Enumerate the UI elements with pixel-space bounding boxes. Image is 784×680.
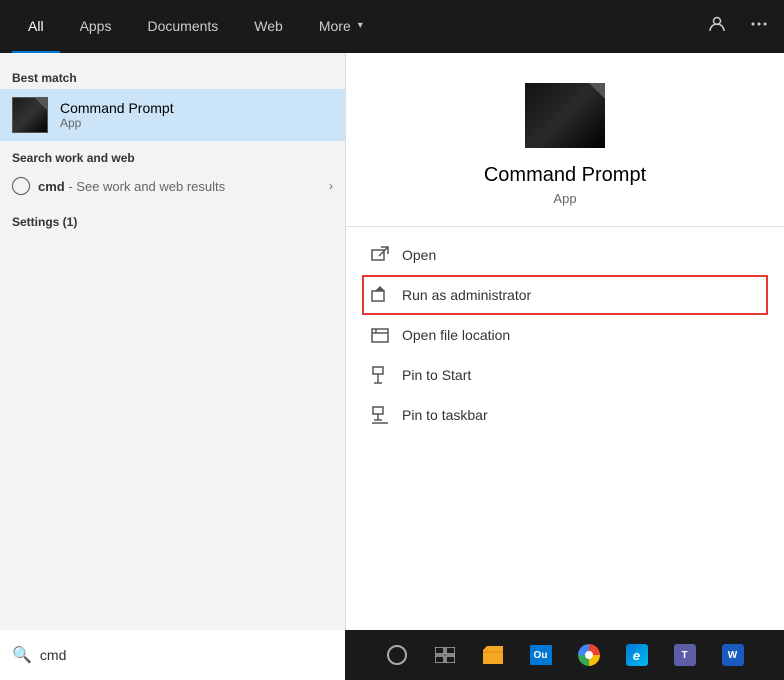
search-work-item[interactable]: cmd - See work and web results › [12,171,333,201]
main-area: Best match Command Prompt App Search wor… [0,53,784,630]
word-icon: W [722,644,744,666]
action-open-label: Open [402,247,436,263]
open-icon [370,245,390,265]
pin-start-icon [370,365,390,385]
left-panel: Best match Command Prompt App Search wor… [0,53,345,630]
action-open-file-label: Open file location [402,327,510,343]
file-explorer-button[interactable] [471,633,515,677]
divider [346,226,784,227]
app-title: Command Prompt [484,164,646,187]
action-run-admin-label: Run as administrator [402,287,531,303]
taskbar-items: Ou e T W [345,630,784,680]
teams-button[interactable]: T [663,633,707,677]
best-match-label: Best match [0,65,345,89]
word-button[interactable]: W [711,633,755,677]
action-pin-taskbar-label: Pin to taskbar [402,407,488,423]
edge-button[interactable]: e [615,633,659,677]
chrome-icon [578,644,600,666]
nav-tab-documents[interactable]: Documents [131,0,234,53]
taskbar: 🔍 cmd Ou e [0,630,784,680]
result-name: Command Prompt [60,100,333,116]
task-view-icon [435,647,455,663]
ellipsis-icon[interactable] [746,11,772,42]
search-work-text: cmd - See work and web results [38,179,321,194]
chrome-button[interactable] [567,633,611,677]
command-prompt-result[interactable]: Command Prompt App [0,89,345,141]
start-button[interactable] [375,633,419,677]
nav-tab-all[interactable]: All [12,0,60,53]
app-icon-large [525,83,605,148]
nav-tab-web[interactable]: Web [238,0,299,53]
outlook-button[interactable]: Ou [519,633,563,677]
taskbar-search-box[interactable]: 🔍 cmd [0,630,345,680]
nav-tab-more[interactable]: More ▾ [303,0,379,53]
search-desc: - See work and web results [65,179,225,194]
settings-section: Settings (1) [0,205,345,233]
settings-label: Settings (1) [12,215,333,229]
chevron-right-icon: › [329,179,333,193]
teams-icon: T [674,644,696,666]
open-file-icon [370,325,390,345]
action-open[interactable]: Open [362,235,768,275]
run-admin-icon [370,285,390,305]
edge-icon: e [626,644,648,666]
person-icon[interactable] [704,11,730,42]
action-pin-start-label: Pin to Start [402,367,471,383]
search-query: cmd [38,179,65,194]
action-run-admin[interactable]: Run as administrator [362,275,768,315]
search-work-label: Search work and web [12,151,333,165]
command-prompt-icon [12,97,48,133]
search-circle-icon [12,177,30,195]
taskbar-search-icon: 🔍 [12,645,32,665]
file-explorer-icon [482,645,504,665]
taskbar-search-text: cmd [40,647,66,663]
result-sub: App [60,116,333,130]
nav-tab-apps[interactable]: Apps [64,0,128,53]
chevron-down-icon: ▾ [358,20,363,31]
app-type: App [553,191,576,206]
top-nav: All Apps Documents Web More ▾ [0,0,784,53]
pin-taskbar-icon [370,405,390,425]
action-open-file[interactable]: Open file location [362,315,768,355]
command-prompt-result-text: Command Prompt App [60,100,333,130]
start-circle-icon [387,645,407,665]
search-work-section: Search work and web cmd - See work and w… [0,141,345,205]
nav-right-icons [704,11,772,42]
right-panel: Command Prompt App Open [345,53,784,630]
task-view-button[interactable] [423,633,467,677]
outlook-icon: Ou [530,645,552,665]
action-pin-start[interactable]: Pin to Start [362,355,768,395]
action-list: Open Run as administrator [346,235,784,435]
action-pin-taskbar[interactable]: Pin to taskbar [362,395,768,435]
